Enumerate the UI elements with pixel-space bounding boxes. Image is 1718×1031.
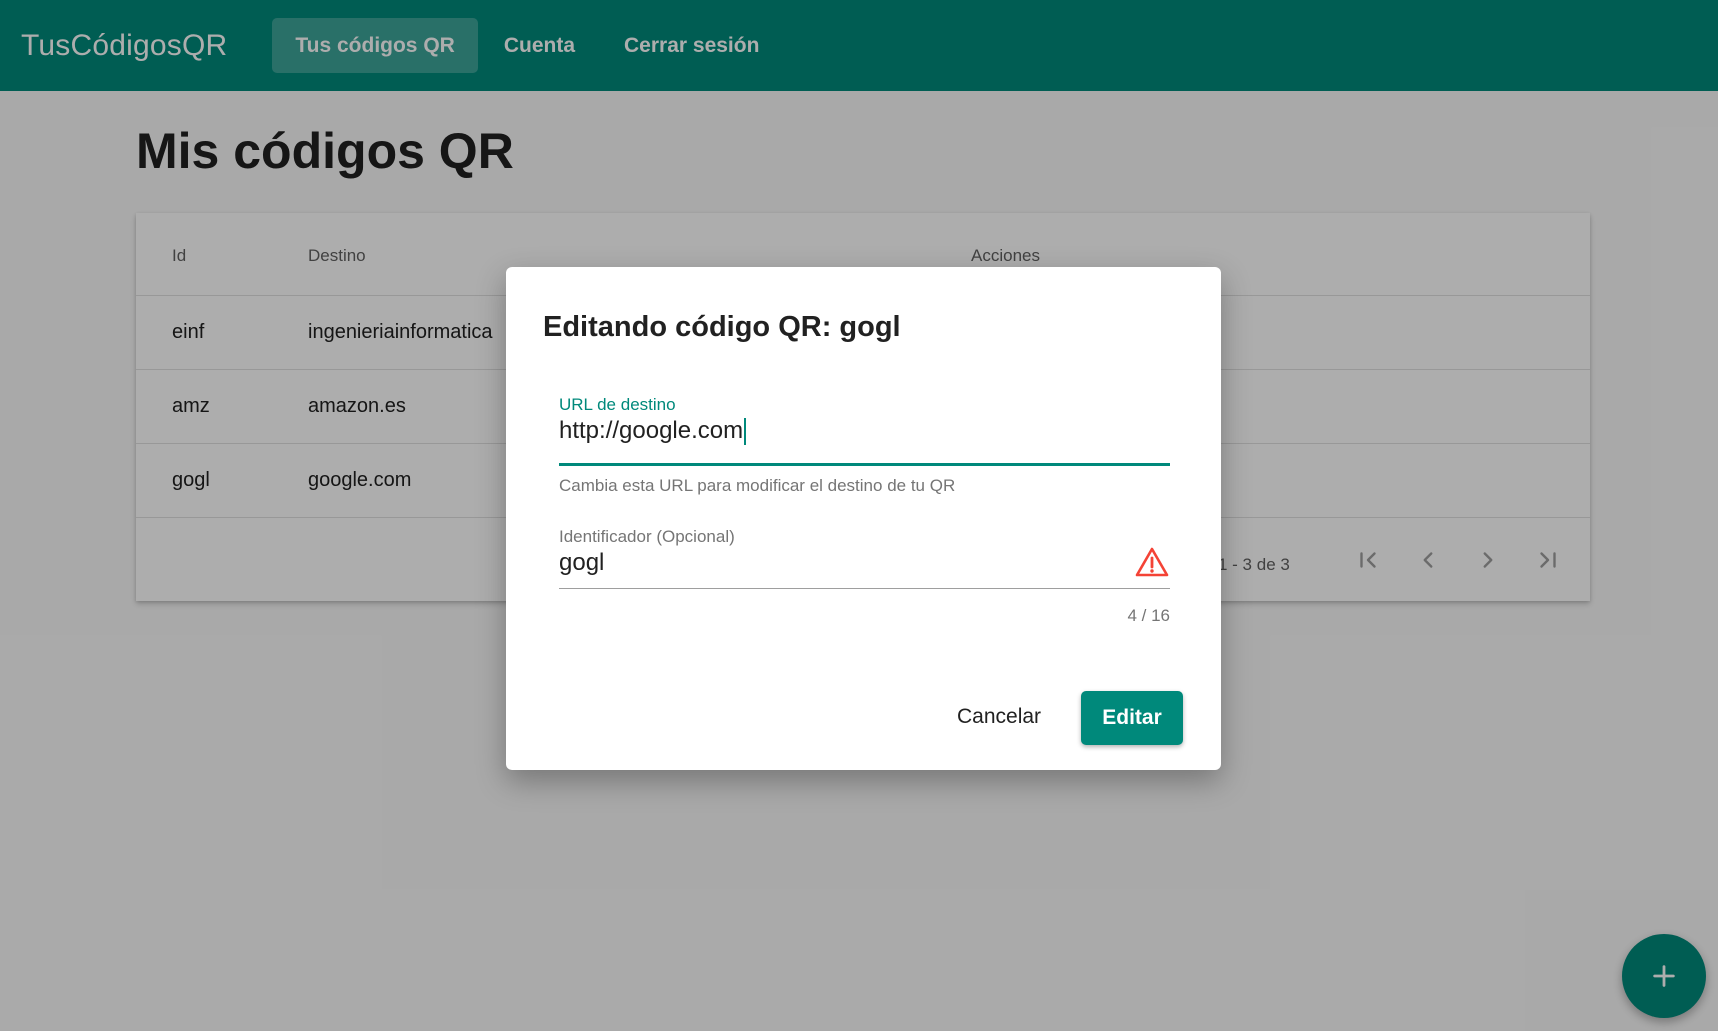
identifier-input-underline: [559, 588, 1170, 589]
url-field-label: URL de destino: [559, 395, 676, 414]
dialog-title: Editando código QR: gogl: [543, 311, 901, 343]
url-input[interactable]: http://google.com: [559, 417, 743, 445]
identifier-char-counter: 4 / 16: [1127, 606, 1170, 625]
identifier-input[interactable]: gogl: [559, 549, 1119, 577]
identifier-form-field: Identificador (Opcional) gogl 4 / 16: [559, 527, 1170, 627]
text-caret: [744, 417, 747, 445]
warning-icon: [1135, 547, 1169, 577]
identifier-field-label: Identificador (Opcional): [559, 527, 735, 546]
cancel-button[interactable]: Cancelar: [939, 691, 1059, 743]
edit-qr-dialog: Editando código QR: gogl URL de destino …: [506, 267, 1221, 770]
url-input-underline: [559, 463, 1170, 466]
edit-submit-button[interactable]: Editar: [1081, 691, 1183, 745]
url-field-hint: Cambia esta URL para modificar el destin…: [559, 476, 956, 495]
url-form-field: URL de destino http://google.com Cambia …: [559, 395, 1170, 495]
